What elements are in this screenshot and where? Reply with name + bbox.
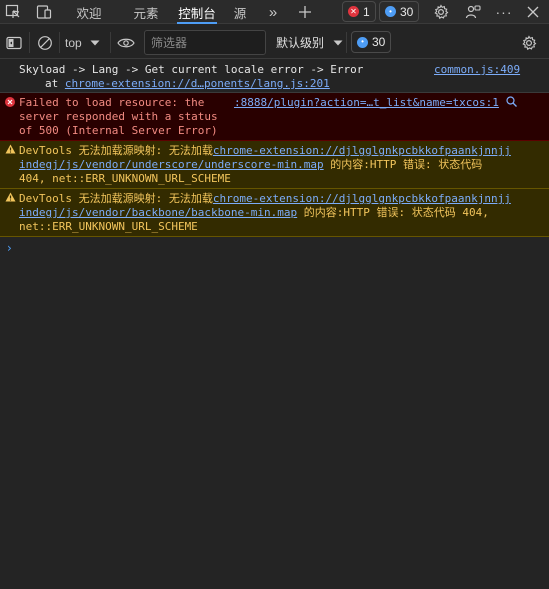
eye-icon[interactable] bbox=[114, 26, 138, 59]
warning-suffix: 的内容:HTTP 错误: 状态代码 404, bbox=[297, 206, 489, 219]
inspect-icon[interactable] bbox=[2, 0, 24, 24]
tab-welcome[interactable]: 欢迎 bbox=[66, 0, 112, 24]
sidebar-icon[interactable] bbox=[3, 26, 25, 59]
warning-map-link[interactable]: indegj/js/vendor/backbone/backbone-min.m… bbox=[19, 206, 297, 219]
tab-sources[interactable]: 源 bbox=[226, 0, 254, 24]
more-tabs-icon[interactable]: » bbox=[262, 0, 284, 24]
feedback-icon[interactable] bbox=[461, 0, 485, 24]
message-count: 30 bbox=[400, 4, 414, 19]
warning-prefix: DevTools 无法加载源映射: 无法加载 bbox=[19, 192, 213, 205]
console-error-message: Failed to load resource: the server resp… bbox=[0, 93, 549, 141]
warning-line: indegj/js/vendor/underscore/underscore-m… bbox=[19, 158, 482, 172]
tab-label: 控制台 bbox=[178, 6, 216, 21]
dropdown-icon bbox=[90, 40, 100, 45]
error-icon: ✕ bbox=[348, 6, 359, 17]
log-stack-line: at chrome-extension://d…ponents/lang.js:… bbox=[45, 77, 330, 91]
issues-count: 30 bbox=[372, 35, 386, 49]
filter-placeholder: 筛选器 bbox=[151, 36, 188, 50]
warning-icon bbox=[5, 144, 16, 154]
search-icon[interactable] bbox=[506, 96, 517, 107]
log-level-value: 默认级别 bbox=[276, 36, 325, 50]
message-count-badge[interactable]: • 30 bbox=[379, 1, 420, 22]
error-icon bbox=[5, 97, 15, 107]
log-stack-prefix: at bbox=[45, 77, 65, 90]
warning-line: DevTools 无法加载源映射: 无法加载chrome-extension:/… bbox=[19, 144, 511, 158]
warning-line: net::ERR_UNKNOWN_URL_SCHEME bbox=[19, 220, 198, 233]
divider bbox=[346, 32, 347, 53]
issues-icon: • bbox=[357, 36, 368, 48]
message-icon: • bbox=[385, 6, 396, 17]
log-level-dropdown[interactable]: 默认级别 bbox=[270, 26, 344, 59]
warning-prefix: DevTools 无法加载源映射: 无法加载 bbox=[19, 144, 213, 157]
more-icon[interactable]: ··· bbox=[492, 0, 516, 24]
console-messages: Skyload -> Lang -> Get current locale er… bbox=[0, 60, 549, 237]
warning-line: DevTools 无法加载源映射: 无法加载chrome-extension:/… bbox=[19, 192, 511, 206]
settings-icon[interactable] bbox=[429, 0, 453, 24]
filter-input[interactable]: 筛选器 bbox=[144, 30, 266, 55]
warning-map-link[interactable]: chrome-extension://djlgglgnkpcbkkofpaank… bbox=[213, 192, 511, 205]
devtools-tab-bar: 欢迎 元素 控制台 源 » ✕ 1 • 30 ··· bbox=[0, 0, 549, 24]
console-settings-icon[interactable] bbox=[517, 26, 541, 59]
warning-line: 404, net::ERR_UNKNOWN_URL_SCHEME bbox=[19, 172, 231, 185]
warning-line: indegj/js/vendor/backbone/backbone-min.m… bbox=[19, 206, 489, 220]
console-log-message: Skyload -> Lang -> Get current locale er… bbox=[0, 60, 549, 93]
divider bbox=[29, 32, 30, 53]
console-warning-message: DevTools 无法加载源映射: 无法加载chrome-extension:/… bbox=[0, 189, 549, 237]
error-text-line: server responded with a status bbox=[19, 110, 218, 123]
console-toolbar: top 筛选器 默认级别 • 30 bbox=[0, 26, 549, 59]
tab-label: 元素 bbox=[133, 6, 159, 21]
divider bbox=[59, 32, 60, 53]
warning-suffix: 的内容:HTTP 错误: 状态代码 bbox=[323, 158, 483, 171]
log-text: Skyload -> Lang -> Get current locale er… bbox=[19, 63, 364, 76]
device-icon[interactable] bbox=[33, 0, 55, 24]
close-icon[interactable] bbox=[522, 0, 544, 24]
error-text-line: Failed to load resource: the bbox=[19, 96, 205, 109]
error-count-badge[interactable]: ✕ 1 bbox=[342, 1, 376, 22]
log-stack-link[interactable]: chrome-extension://d…ponents/lang.js:201 bbox=[65, 77, 330, 90]
divider bbox=[110, 32, 111, 53]
console-warning-message: DevTools 无法加载源映射: 无法加载chrome-extension:/… bbox=[0, 141, 549, 189]
warning-map-link[interactable]: indegj/js/vendor/underscore/underscore-m… bbox=[19, 158, 324, 171]
dropdown-icon bbox=[333, 40, 343, 45]
issues-badge[interactable]: • 30 bbox=[351, 31, 392, 53]
tab-elements[interactable]: 元素 bbox=[123, 0, 169, 24]
context-selector[interactable]: top bbox=[61, 26, 107, 59]
console-prompt[interactable]: › bbox=[7, 241, 12, 255]
tab-console[interactable]: 控制台 bbox=[173, 0, 221, 24]
tab-label: 源 bbox=[233, 6, 247, 21]
clear-icon[interactable] bbox=[34, 26, 56, 59]
error-count: 1 bbox=[363, 4, 370, 19]
log-source-link[interactable]: common.js:409 bbox=[434, 63, 520, 77]
add-tab-icon[interactable] bbox=[293, 0, 317, 24]
context-value: top bbox=[65, 35, 82, 50]
error-text-line: of 500 (Internal Server Error) bbox=[19, 124, 218, 137]
warning-icon bbox=[5, 192, 16, 202]
error-source-link[interactable]: :8888/plugin?action=…t_list&name=txcos:1 bbox=[234, 96, 499, 110]
warning-map-link[interactable]: chrome-extension://djlgglgnkpcbkkofpaank… bbox=[213, 144, 511, 157]
tab-label: 欢迎 bbox=[76, 6, 102, 21]
